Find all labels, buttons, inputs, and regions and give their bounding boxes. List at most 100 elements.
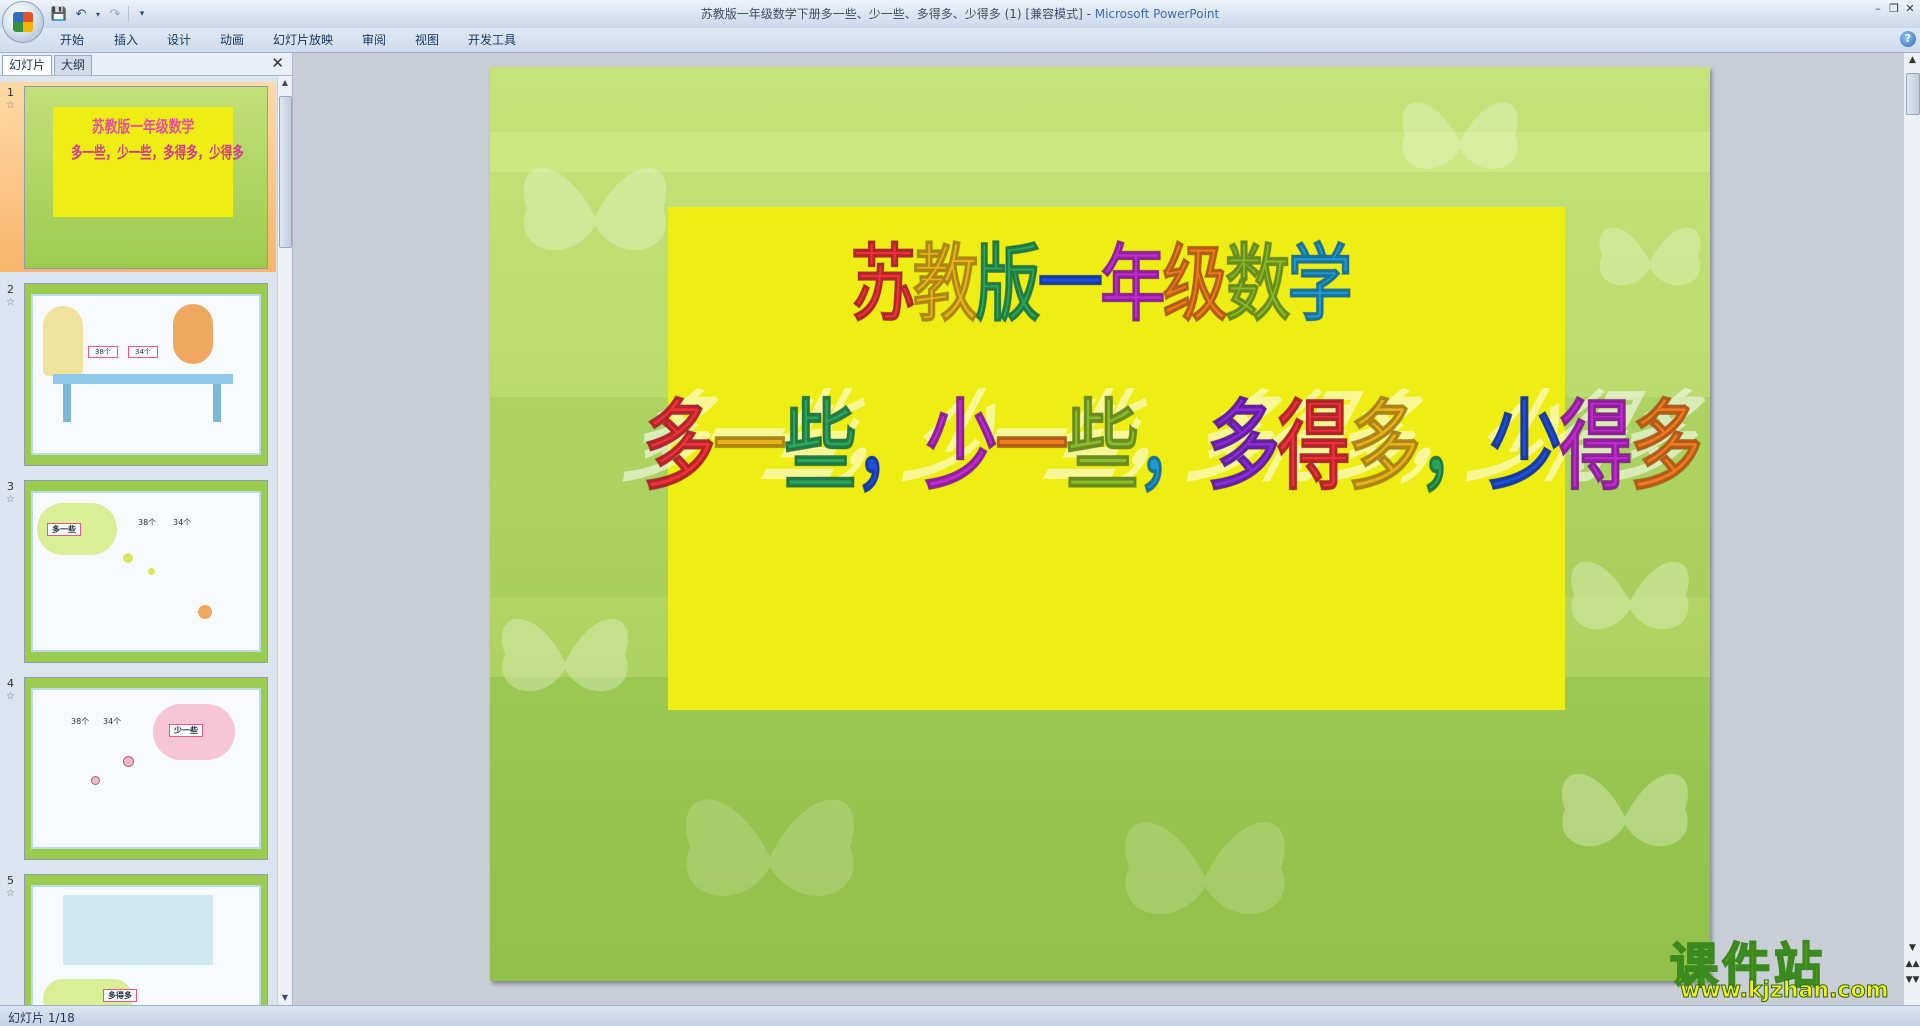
slide-number: 1 xyxy=(7,86,14,99)
preview-label: 多一些 xyxy=(47,523,81,536)
slide-thumbnail-3[interactable]: 3 ☆ 多一些 38个 34个 xyxy=(0,476,276,666)
tab-slideshow[interactable]: 幻灯片放映 xyxy=(269,31,337,49)
current-slide[interactable]: 苏教版一年级数学 多一些，少一些，多得多，少得多 多一些，少一些，多得多，少得多 xyxy=(490,67,1710,981)
preview-title-line2: 多一些，少一些，多得多，少得多 xyxy=(71,143,244,162)
slide-thumbnail-1[interactable]: 1 ☆ 苏教版一年级数学 多一些，少一些，多得多，少得多 xyxy=(0,82,276,272)
close-icon[interactable]: ✕ xyxy=(1902,2,1918,16)
slide-title-line2[interactable]: 多一些，少一些，多得多，少得多 xyxy=(642,367,1703,509)
scroll-thumb[interactable] xyxy=(279,96,292,248)
tab-home[interactable]: 开始 xyxy=(56,31,88,49)
animation-star-icon: ☆ xyxy=(6,691,15,702)
preview-count-label: 38个 xyxy=(138,518,157,527)
slide-preview: 38个 34个 xyxy=(24,283,268,466)
tab-design[interactable]: 设计 xyxy=(163,31,195,49)
preview-title-box: 苏教版一年级数学 多一些，少一些，多得多，少得多 xyxy=(53,107,244,217)
slide-scrollbar[interactable]: ▲ ▼ ▲▲ ▼▼ xyxy=(1903,53,1920,1005)
office-button[interactable] xyxy=(2,1,44,43)
tab-review[interactable]: 审阅 xyxy=(358,31,390,49)
slide-number: 5 xyxy=(7,874,14,887)
slide-thumbnail-5[interactable]: 5 ☆ 多得多 xyxy=(0,870,276,1005)
previous-slide-icon[interactable]: ▲▲ xyxy=(1904,959,1920,969)
slide-title-line1[interactable]: 苏教版一年级数学 xyxy=(624,217,1576,338)
butterfly-icon xyxy=(1562,773,1688,847)
butterfly-icon xyxy=(1125,822,1285,915)
slide-editing-area: 苏教版一年级数学 多一些，少一些，多得多，少得多 多一些，少一些，多得多，少得多 xyxy=(293,53,1903,1005)
thumbnail-list: 1 ☆ 苏教版一年级数学 多一些，少一些，多得多，少得多 2 ☆ 38个 34个… xyxy=(0,76,276,1005)
restore-icon[interactable]: ❐ xyxy=(1886,2,1902,16)
butterfly-icon xyxy=(502,618,628,692)
animation-star-icon: ☆ xyxy=(6,100,15,111)
slide-preview: 苏教版一年级数学 多一些，少一些，多得多，少得多 xyxy=(24,86,268,269)
preview-panel: 38个 34个 少一些 xyxy=(31,688,261,849)
slide-preview: 多一些 38个 34个 xyxy=(24,480,268,663)
butterfly-icon xyxy=(1599,227,1701,286)
slide-preview: 多得多 xyxy=(24,874,268,1005)
animation-star-icon: ☆ xyxy=(6,494,15,505)
minimize-icon[interactable]: – xyxy=(1870,2,1886,16)
slide-number: 3 xyxy=(7,480,14,493)
tab-outline[interactable]: 大纲 xyxy=(54,55,93,75)
butterfly-icon xyxy=(1402,102,1518,169)
tab-insert[interactable]: 插入 xyxy=(110,31,142,49)
table-leg xyxy=(213,384,221,422)
ribbon-tabs: 开始 插入 设计 动画 幻灯片放映 审阅 视图 开发工具 ? xyxy=(0,28,1920,53)
slide-title-text: 苏教版一年级数学 xyxy=(850,235,1353,334)
slide-preview: 38个 34个 少一些 xyxy=(24,677,268,860)
status-bar: 幻灯片 1/18 xyxy=(0,1005,1920,1026)
preview-picture xyxy=(63,895,213,965)
bubble-icon xyxy=(91,776,100,785)
bubble-icon xyxy=(123,553,133,563)
preview-title-line1: 苏教版一年级数学 xyxy=(91,117,195,136)
tab-view[interactable]: 视图 xyxy=(411,31,443,49)
slide-number: 4 xyxy=(7,677,14,690)
next-slide-icon[interactable]: ▼▼ xyxy=(1904,975,1920,985)
preview-count-label: 38个 xyxy=(71,717,90,726)
preview-panel: 38个 34个 xyxy=(31,294,261,455)
preview-panel: 多一些 38个 34个 xyxy=(31,491,261,652)
scroll-up-icon[interactable]: ▲ xyxy=(1904,55,1920,65)
cat-character-icon xyxy=(43,306,83,376)
butterfly-icon xyxy=(686,799,854,896)
slide-number: 2 xyxy=(7,283,14,296)
preview-count-label: 34个 xyxy=(128,346,158,358)
window-title-text: 苏教版一年级数学下册多一些、少一些、多得多、少得多 (1) [兼容模式] - xyxy=(700,7,1095,21)
preview-count-label: 34个 xyxy=(103,717,122,726)
tab-animations[interactable]: 动画 xyxy=(216,31,248,49)
close-icon[interactable]: ✕ xyxy=(271,54,284,72)
tab-slides[interactable]: 幻灯片 xyxy=(2,55,53,75)
animation-star-icon: ☆ xyxy=(6,888,15,899)
help-icon[interactable]: ? xyxy=(1900,31,1916,47)
monkey-character-icon xyxy=(173,304,213,364)
preview-label: 少一些 xyxy=(169,724,203,737)
tab-developer[interactable]: 开发工具 xyxy=(464,31,520,49)
preview-count-label: 34个 xyxy=(173,518,192,527)
window-controls: – ❐ ✕ xyxy=(1870,2,1918,16)
slide-counter: 幻灯片 1/18 xyxy=(8,1011,75,1025)
preview-label: 多得多 xyxy=(103,989,137,1002)
slide-thumbnail-4[interactable]: 4 ☆ 38个 34个 少一些 xyxy=(0,673,276,863)
site-watermark: 课件站 www.kjzhan.com xyxy=(1669,926,1902,1006)
preview-panel: 多得多 xyxy=(31,885,261,1005)
slides-pane: 幻灯片 大纲 ✕ 1 ☆ 苏教版一年级数学 多一些，少一些，多得多，少得多 2 … xyxy=(0,53,293,1005)
table-leg xyxy=(63,384,71,422)
watermark-url: www.kjzhan.com xyxy=(1680,978,1890,1004)
scroll-thumb[interactable] xyxy=(1906,73,1920,115)
title-bar: 💾 ↶ ▾ ↷ ▾ 苏教版一年级数学下册多一些、少一些、多得多、少得多 (1) … xyxy=(0,0,1920,28)
pane-tabs: 幻灯片 大纲 ✕ xyxy=(0,53,292,76)
scroll-down-icon[interactable]: ▼ xyxy=(1904,943,1920,953)
preview-count-label: 38个 xyxy=(88,346,118,358)
butterfly-icon xyxy=(1571,561,1689,630)
animation-star-icon: ☆ xyxy=(6,297,15,308)
app-name: Microsoft PowerPoint xyxy=(1094,7,1220,21)
scroll-up-icon[interactable]: ▲ xyxy=(278,76,292,90)
slide-thumbnail-2[interactable]: 2 ☆ 38个 34个 xyxy=(0,279,276,469)
table-icon xyxy=(53,374,233,384)
slide-subtitle-text: 多一些，少一些，多得多，少得多 xyxy=(642,390,1703,505)
mascot-icon xyxy=(198,605,212,619)
window-title: 苏教版一年级数学下册多一些、少一些、多得多、少得多 (1) [兼容模式] - M… xyxy=(0,5,1920,22)
scroll-down-icon[interactable]: ▼ xyxy=(278,991,292,1005)
bubble-icon xyxy=(148,568,155,575)
thumbnail-scrollbar[interactable]: ▲ ▼ xyxy=(277,76,292,1005)
office-logo-icon xyxy=(13,12,33,32)
bubble-icon xyxy=(123,756,134,767)
